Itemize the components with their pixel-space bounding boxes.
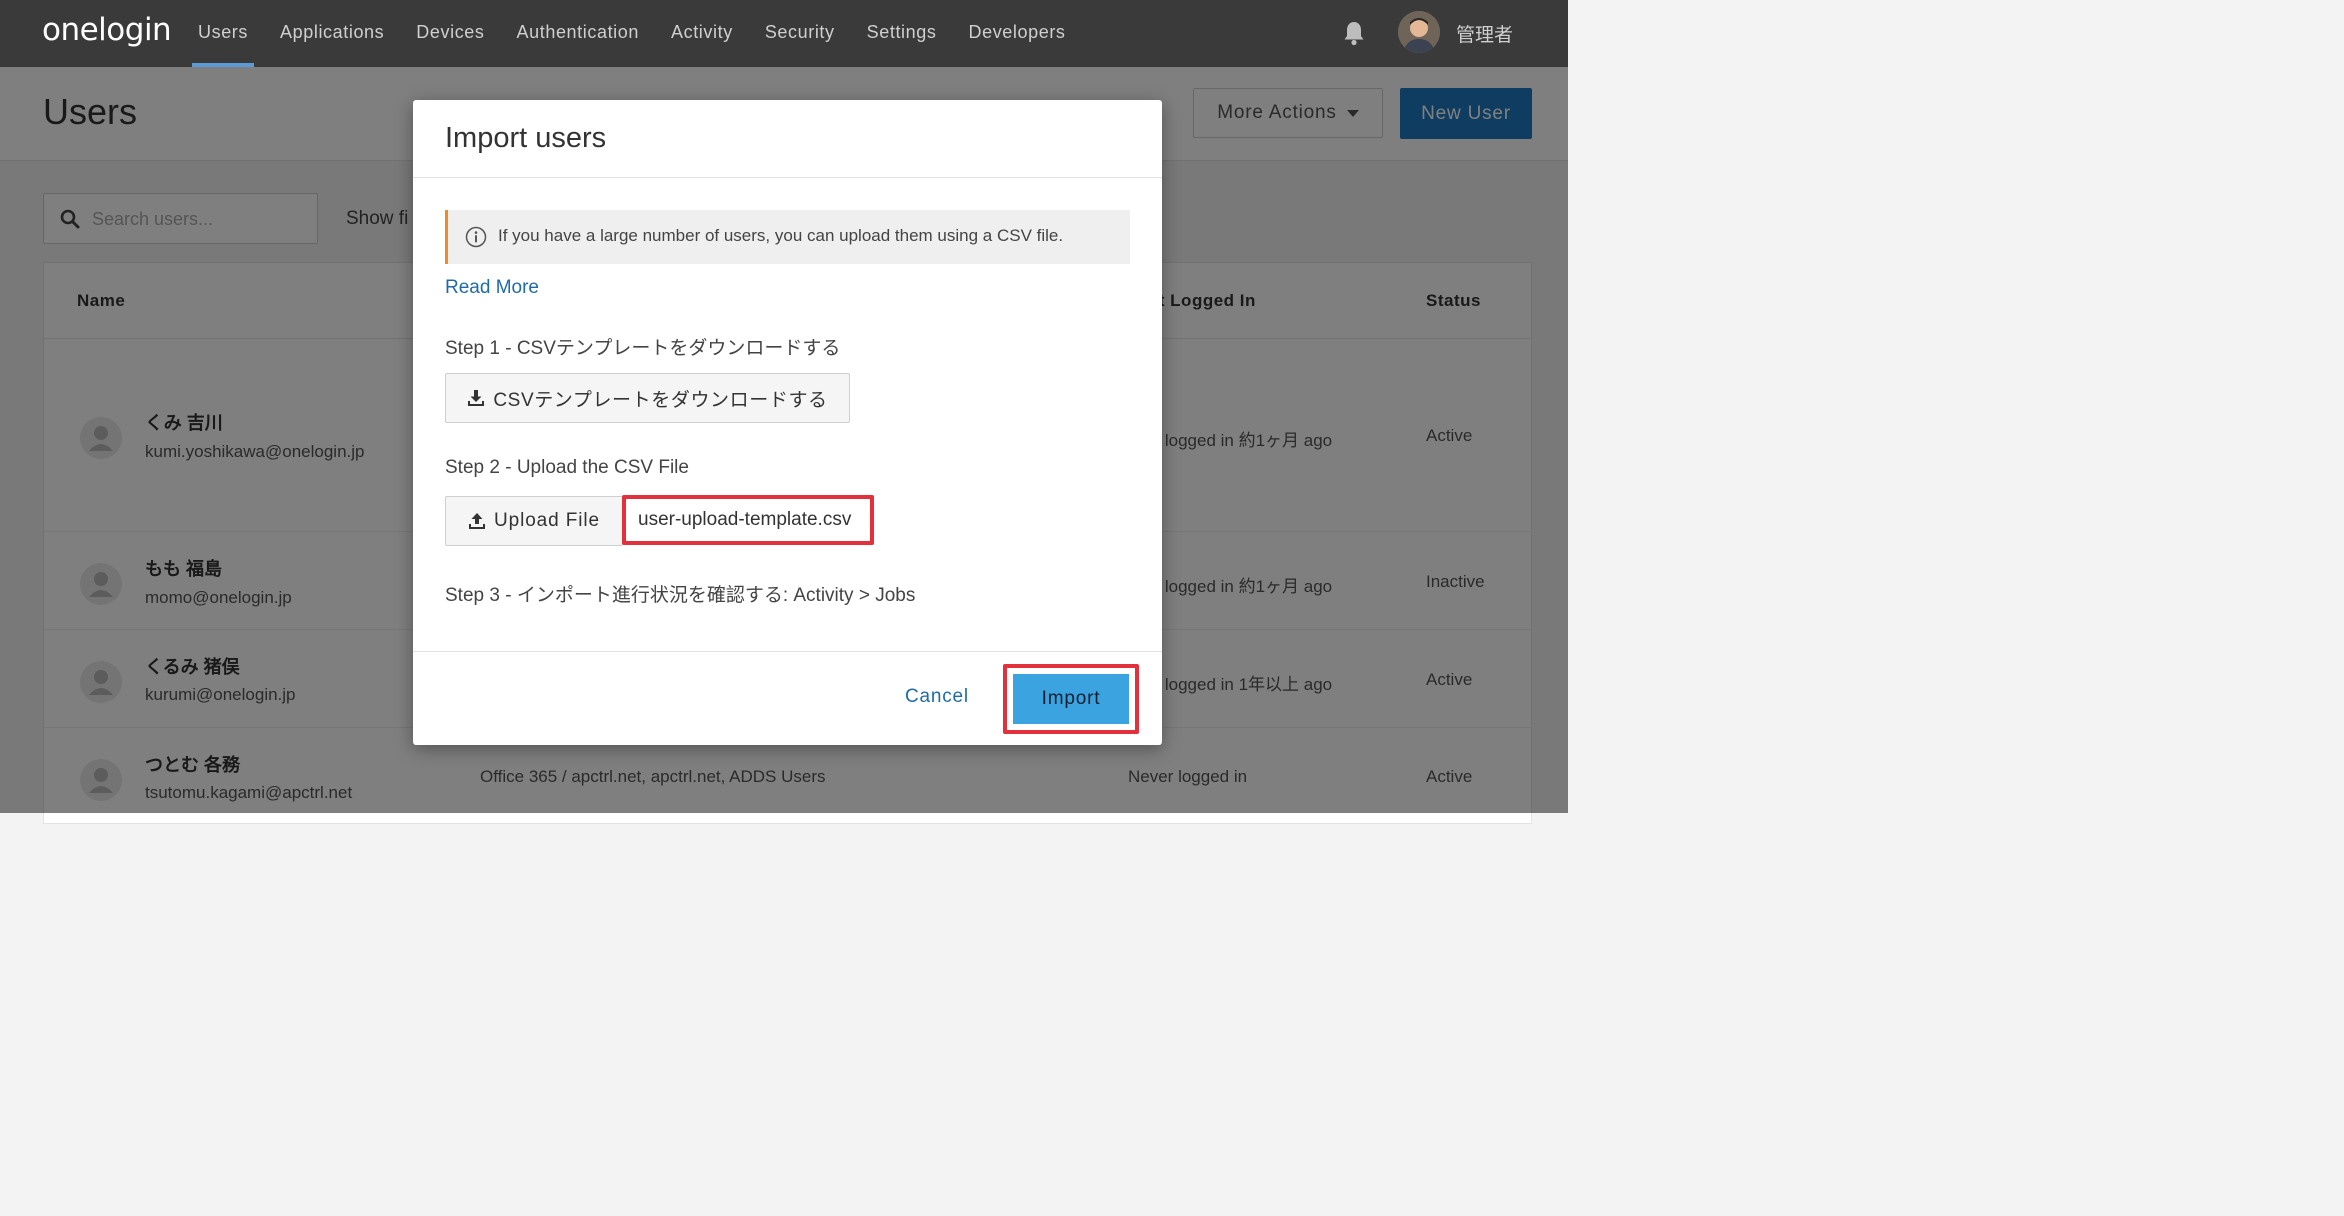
import-button[interactable]: Import xyxy=(1013,674,1129,724)
upload-button-label: Upload File xyxy=(493,510,600,531)
info-icon xyxy=(465,226,487,248)
download-csv-template-button[interactable]: CSVテンプレートをダウンロードする xyxy=(445,373,850,423)
nav-item-users[interactable]: Users xyxy=(182,0,264,67)
modal-title: Import users xyxy=(445,122,607,154)
bell-icon[interactable] xyxy=(1342,20,1366,46)
selected-file-field: user-upload-template.csv xyxy=(622,495,874,545)
nav-item-applications[interactable]: Applications xyxy=(264,0,400,67)
upload-file-button[interactable]: Upload File xyxy=(445,496,623,546)
download-button-label: CSVテンプレートをダウンロードする xyxy=(493,389,828,411)
nav-item-security[interactable]: Security xyxy=(749,0,851,67)
selected-file-name: user-upload-template.csv xyxy=(638,509,852,530)
info-alert: If you have a large number of users, you… xyxy=(445,210,1130,264)
step3-label: Step 3 - インポート進行状況を確認する: Activity > Jobs xyxy=(445,585,916,606)
step1-label: Step 1 - CSVテンプレートをダウンロードする xyxy=(445,338,841,359)
admin-user-name[interactable]: 管理者 xyxy=(1456,20,1513,47)
nav-item-devices[interactable]: Devices xyxy=(400,0,500,67)
nav-item-authentication[interactable]: Authentication xyxy=(501,0,655,67)
onelogin-logo[interactable]: onelogin xyxy=(42,12,172,48)
nav-item-settings[interactable]: Settings xyxy=(851,0,953,67)
nav-item-developers[interactable]: Developers xyxy=(952,0,1081,67)
info-text: If you have a large number of users, you… xyxy=(498,226,1064,245)
cancel-button[interactable]: Cancel xyxy=(905,686,969,708)
upload-icon xyxy=(468,513,485,529)
nav-menu: Users Applications Devices Authenticatio… xyxy=(182,0,1082,67)
modal-header-divider xyxy=(413,177,1162,178)
import-users-modal: Import users If you have a large number … xyxy=(413,100,1162,745)
top-navigation-bar: onelogin Users Applications Devices Auth… xyxy=(0,0,1568,67)
step2-label: Step 2 - Upload the CSV File xyxy=(445,457,689,478)
nav-item-activity[interactable]: Activity xyxy=(655,0,749,67)
user-avatar-icon[interactable] xyxy=(1398,11,1440,53)
import-button-highlight: Import xyxy=(1003,664,1139,734)
download-icon xyxy=(468,390,485,406)
modal-footer-divider xyxy=(413,651,1162,652)
read-more-link[interactable]: Read More xyxy=(445,277,539,299)
